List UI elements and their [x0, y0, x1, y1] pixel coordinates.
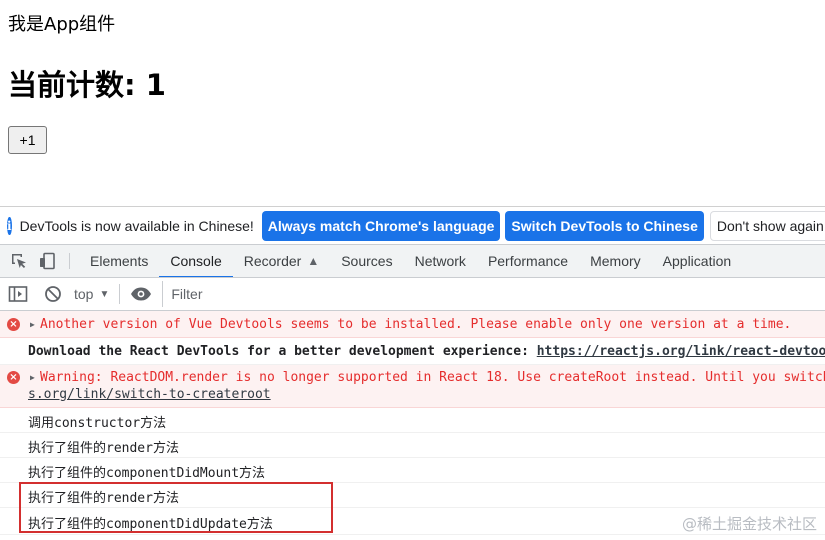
clear-console-icon[interactable]	[44, 285, 62, 303]
flask-icon: ▲	[307, 254, 320, 268]
tab-label: Elements	[90, 253, 149, 269]
devtools-tab-bar: Elements Console Recorder ▲ Sources Netwo…	[0, 244, 825, 278]
tab-divider	[69, 253, 70, 269]
tab-network[interactable]: Network	[404, 245, 477, 277]
tab-label: Application	[662, 253, 732, 269]
log-message: 执行了组件的render方法	[28, 441, 179, 456]
context-label: top	[74, 286, 94, 302]
filter-input[interactable]: Filter	[162, 281, 825, 307]
tab-memory[interactable]: Memory	[579, 245, 652, 277]
tab-label: Sources	[341, 253, 393, 269]
console-error-row: × ▶ Warning: ReactDOM.render is no longe…	[0, 365, 825, 408]
always-match-language-button[interactable]: Always match Chrome's language	[261, 210, 501, 241]
sidebar-toggle-icon[interactable]	[8, 285, 28, 303]
dont-show-again-button[interactable]: Don't show again	[709, 210, 825, 241]
error-message: Another version of Vue Devtools seems to…	[40, 317, 792, 332]
tab-console[interactable]: Console	[159, 245, 234, 277]
context-selector[interactable]: top ▼	[74, 286, 109, 302]
expand-triangle-icon[interactable]: ▶	[30, 320, 35, 329]
console-log-row: 执行了组件的componentDidMount方法	[0, 458, 825, 483]
switch-to-chinese-button[interactable]: Switch DevTools to Chinese	[505, 210, 704, 241]
error-icon: ×	[7, 371, 20, 384]
page-viewport: 我是App组件 当前计数: 1 +1	[0, 0, 825, 206]
tab-label: Performance	[487, 253, 569, 269]
tab-label: Console	[170, 253, 222, 269]
log-message: 执行了组件的componentDidMount方法	[28, 466, 266, 481]
tab-performance[interactable]: Performance	[477, 245, 579, 277]
console-error-row: × ▶ Another version of Vue Devtools seem…	[0, 311, 825, 338]
console-info-row: Download the React DevTools for a better…	[0, 338, 825, 365]
expand-triangle-icon[interactable]: ▶	[30, 373, 35, 382]
highlight-annotation-box	[19, 482, 333, 533]
tab-elements[interactable]: Elements	[79, 245, 159, 277]
error-message: Warning: ReactDOM.render is no longer su…	[40, 370, 825, 385]
switch-createroot-link[interactable]: s.org/link/switch-to-createroot	[28, 387, 271, 402]
increment-button[interactable]: +1	[8, 126, 47, 154]
log-message: 调用constructor方法	[28, 416, 167, 431]
inspect-element-icon[interactable]	[7, 245, 31, 277]
console-toolbar: top ▼ Filter	[0, 278, 825, 311]
info-message: Download the React DevTools for a better…	[28, 344, 825, 359]
infobar-message: DevTools is now available in Chinese!	[19, 217, 254, 234]
tab-recorder[interactable]: Recorder ▲	[233, 245, 330, 277]
toolbar-divider	[119, 284, 121, 304]
error-icon: ×	[7, 318, 20, 331]
devtools-language-infobar: i DevTools is now available in Chinese! …	[0, 206, 825, 244]
app-component-text: 我是App组件	[8, 14, 116, 35]
tab-label: Memory	[590, 253, 641, 269]
info-icon: i	[7, 216, 12, 235]
tab-application[interactable]: Application	[652, 245, 743, 277]
watermark-text: @稀土掘金技术社区	[681, 515, 817, 533]
tab-sources[interactable]: Sources	[330, 245, 403, 277]
tab-label: Recorder	[243, 253, 302, 269]
info-message-text: Download the React DevTools for a better…	[28, 344, 537, 359]
react-devtools-link[interactable]: https://reactjs.org/link/react-devtools	[537, 344, 825, 359]
console-log-row: 执行了组件的render方法	[0, 433, 825, 458]
tab-label: Network	[414, 253, 466, 269]
count-heading: 当前计数: 1	[8, 68, 166, 102]
caret-down-icon: ▼	[99, 288, 110, 300]
eye-icon[interactable]	[130, 286, 152, 302]
device-toolbar-icon[interactable]	[35, 245, 59, 277]
console-log-row: 调用constructor方法	[0, 408, 825, 433]
